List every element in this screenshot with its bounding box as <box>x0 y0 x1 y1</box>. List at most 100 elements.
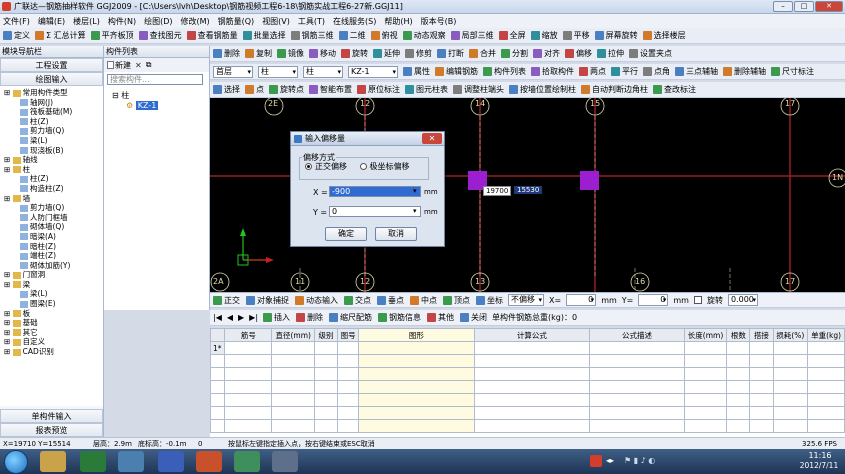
draw-toolbar-button-6[interactable]: 调整柱端头 <box>453 84 504 95</box>
menu-item-1[interactable]: 编辑(E) <box>38 16 65 27</box>
ok-button[interactable]: 确定 <box>325 227 367 241</box>
column-kz1-placed[interactable] <box>580 171 599 190</box>
table-cell-7[interactable] <box>683 341 728 355</box>
draw-toolbar-button-0[interactable]: 选择 <box>213 84 240 95</box>
component-search-input[interactable]: 搜索构件... <box>107 74 203 85</box>
component-toolbar-button-8[interactable]: 删除辅轴 <box>723 66 766 77</box>
start-button[interactable] <box>4 450 28 474</box>
edit-toolbar-button-10[interactable]: 对齐 <box>533 48 560 59</box>
tree-item-20[interactable]: ⊞ 梁 <box>0 280 103 290</box>
component-toolbar-button-1[interactable]: 编辑钢筋 <box>435 66 478 77</box>
snap-x-input[interactable]: 0 <box>566 294 597 306</box>
main-toolbar-button-6[interactable]: 钢筋三维 <box>290 30 334 41</box>
tree-expand-icon[interactable]: ⊞ <box>4 194 13 203</box>
table-cell-5[interactable] <box>473 341 591 355</box>
rebar-toolbar-button-1[interactable]: 删除 <box>296 312 323 323</box>
tree-item-6[interactable]: 现浇板(B) <box>0 146 103 156</box>
column-tree-root[interactable]: 柱 <box>121 91 129 100</box>
table-row[interactable]: 1* <box>210 341 845 355</box>
component-select[interactable]: KZ-1 <box>348 65 398 78</box>
table-cell-10[interactable] <box>772 341 809 355</box>
tree-collapse-icon[interactable]: ⊟ <box>112 91 119 100</box>
table-cell-2[interactable] <box>313 341 339 355</box>
snap-button-3[interactable]: 交点 <box>344 295 371 306</box>
dialog-close-button[interactable]: ✕ <box>422 133 442 144</box>
main-toolbar-button-7[interactable]: 二维 <box>338 30 366 41</box>
edit-toolbar-button-2[interactable]: 镜像 <box>277 48 304 59</box>
rotate-checkbox[interactable] <box>693 296 702 304</box>
excel-taskbar-icon[interactable] <box>80 451 106 472</box>
column-header-8[interactable]: 根数 <box>726 328 751 342</box>
tree-item-8[interactable]: ⊞ 柱 <box>0 165 103 175</box>
main-toolbar-button-10[interactable]: 局部三维 <box>450 30 494 41</box>
rotate-input[interactable]: 0.000 <box>727 294 758 306</box>
edit-toolbar-button-7[interactable]: 打断 <box>437 48 464 59</box>
x-offset-dropdown-icon[interactable]: ▾ <box>413 187 417 195</box>
snap-button-6[interactable]: 顶点 <box>443 295 470 306</box>
nav-report-preview[interactable]: 报表预览 <box>0 423 103 437</box>
tree-item-23[interactable]: ⊞ 板 <box>0 309 103 319</box>
category-select[interactable]: 柱 <box>258 65 298 78</box>
cancel-button[interactable]: 取消 <box>375 227 417 241</box>
main-toolbar-button-5[interactable]: 批量选择 <box>242 30 286 41</box>
orthogonal-offset-radio[interactable]: 正交偏移 <box>305 162 347 171</box>
draw-toolbar-button-4[interactable]: 原位标注 <box>357 84 400 95</box>
main-toolbar-button-9[interactable]: 动态观察 <box>402 30 446 41</box>
main-toolbar-button-13[interactable]: 平移 <box>562 30 590 41</box>
tree-item-11[interactable]: ⊞ 墙 <box>0 194 103 204</box>
menu-item-11[interactable]: 版本号(B) <box>421 16 457 27</box>
main-toolbar-button-2[interactable]: 平齐板顶 <box>90 30 134 41</box>
tree-item-2[interactable]: 筏板基础(M) <box>0 107 103 117</box>
edit-toolbar-button-13[interactable]: 设置夹点 <box>629 48 672 59</box>
tree-expand-icon[interactable]: ⊞ <box>4 155 13 164</box>
component-item-kz1[interactable]: KZ-1 <box>135 101 159 110</box>
edit-toolbar-button-12[interactable]: 拉伸 <box>597 48 624 59</box>
close-button[interactable]: ✕ <box>815 1 843 12</box>
main-toolbar-button-12[interactable]: 缩放 <box>530 30 558 41</box>
edit-toolbar-button-0[interactable]: 删除 <box>213 48 240 59</box>
coordinate-x-input[interactable]: 19700 <box>483 186 512 196</box>
tree-expand-icon[interactable]: ⊞ <box>4 88 13 97</box>
component-toolbar-button-3[interactable]: 拾取构件 <box>531 66 574 77</box>
main-toolbar-button-8[interactable]: 俯视 <box>370 30 398 41</box>
snap-y-input[interactable]: 0 <box>638 294 669 306</box>
rebar-toolbar-button-0[interactable]: 插入 <box>263 312 290 323</box>
tree-item-7[interactable]: ⊞ 轴线 <box>0 155 103 165</box>
menu-item-0[interactable]: 文件(F) <box>3 16 30 27</box>
tree-item-16[interactable]: 暗柱(Z) <box>0 242 103 252</box>
main-toolbar-button-3[interactable]: 查找图元 <box>138 30 182 41</box>
x-offset-input[interactable]: -900 <box>329 186 421 197</box>
nav-project-settings[interactable]: 工程设置 <box>0 58 103 72</box>
tree-item-24[interactable]: ⊞ 基础 <box>0 318 103 328</box>
draw-toolbar-button-2[interactable]: 旋转点 <box>269 84 304 95</box>
tree-item-14[interactable]: 砌体墙(Q) <box>0 222 103 232</box>
table-cell-6[interactable] <box>589 341 685 355</box>
tree-item-19[interactable]: ⊞ 门窗洞 <box>0 270 103 280</box>
table-cell-8[interactable] <box>726 341 751 355</box>
edit-toolbar-button-5[interactable]: 延伸 <box>373 48 400 59</box>
rebar-toolbar-button-5[interactable]: 关闭 <box>460 312 487 323</box>
main-toolbar-button-0[interactable]: 定义 <box>3 30 30 41</box>
table-cell-3[interactable] <box>337 341 360 355</box>
draw-toolbar-button-8[interactable]: 自动判断边角柱 <box>581 84 648 95</box>
column-header-1[interactable]: 直径(mm) <box>271 328 315 342</box>
delete-icon[interactable]: ✕ <box>135 61 142 70</box>
main-toolbar-button-11[interactable]: 全屏 <box>498 30 526 41</box>
draw-toolbar-button-9[interactable]: 查改标注 <box>653 84 696 95</box>
offset-mode-select[interactable]: 不偏移 <box>508 294 544 306</box>
tree-item-0[interactable]: ⊞ 常用构件类型 <box>0 88 103 98</box>
menu-item-8[interactable]: 工具(T) <box>298 16 325 27</box>
column-header-9[interactable]: 搭接 <box>749 328 774 342</box>
tree-item-27[interactable]: ⊞ CAD识别 <box>0 347 103 357</box>
tree-item-13[interactable]: 人防门框墙 <box>0 213 103 223</box>
main-toolbar-button-4[interactable]: 查看钢筋量 <box>186 30 238 41</box>
edit-toolbar-button-1[interactable]: 复制 <box>245 48 272 59</box>
media-taskbar-icon[interactable] <box>272 451 298 472</box>
tree-item-17[interactable]: 端柱(Z) <box>0 251 103 261</box>
copy-icon[interactable]: ⧉ <box>146 60 152 70</box>
tray-icons[interactable]: ⚑ ▮ ♪ ◐ <box>624 456 655 465</box>
table-cell-9[interactable] <box>749 341 774 355</box>
minimize-button[interactable]: – <box>773 1 793 12</box>
menu-item-7[interactable]: 视图(V) <box>262 16 290 27</box>
component-toolbar-button-9[interactable]: 尺寸标注 <box>771 66 814 77</box>
